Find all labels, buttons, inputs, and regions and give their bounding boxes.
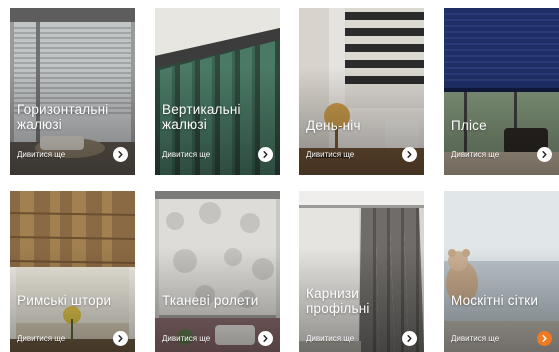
see-more-label: Дивитися ще [162,333,211,343]
category-card-curtain-rails[interactable]: Карнизи профільні Дивитися ще [299,191,424,352]
card-title: Горизонтальні жалюзі [17,102,109,132]
see-more-link[interactable]: Дивитися ще [17,146,131,162]
card-title: Римські штори [17,293,112,308]
card-overlay [299,191,424,352]
see-more-link[interactable]: Дивитися ще [306,330,420,346]
see-more-link[interactable]: Дивитися ще [162,330,276,346]
chevron-right-icon[interactable] [113,330,128,346]
see-more-label: Дивитися ще [306,333,355,343]
category-card-vertical-blinds[interactable]: Вертикальні жалюзі Дивитися ще [155,8,280,175]
category-card-mosquito-nets[interactable]: Москітні сітки Дивитися ще [444,191,559,352]
category-card-fabric-roller[interactable]: Тканеві ролети Дивитися ще [155,191,280,352]
category-card-pleated[interactable]: Плісе Дивитися ще [444,8,559,175]
see-more-link[interactable]: Дивитися ще [17,330,131,346]
category-card-roman-shades[interactable]: Римські штори Дивитися ще [10,191,135,352]
see-more-label: Дивитися ще [17,333,66,343]
card-overlay [155,191,280,352]
see-more-label: Дивитися ще [451,333,500,343]
card-title: Плісе [451,118,487,133]
chevron-right-icon[interactable] [113,146,128,162]
card-title: Тканеві ролети [162,293,259,308]
category-card-horizontal-blinds[interactable]: Горизонтальні жалюзі Дивитися ще [10,8,135,175]
chevron-right-icon[interactable] [258,146,273,162]
chevron-right-icon[interactable] [537,330,552,346]
chevron-right-icon[interactable] [402,330,417,346]
see-more-link[interactable]: Дивитися ще [451,146,555,162]
see-more-label: Дивитися ще [451,149,500,159]
see-more-label: Дивитися ще [17,149,66,159]
card-overlay [444,191,559,352]
card-overlay [10,191,135,352]
card-title: Вертикальні жалюзі [162,102,241,132]
product-category-grid: Горизонтальні жалюзі Дивитися ще Вертика… [0,0,559,352]
chevron-right-icon[interactable] [537,146,552,162]
category-card-day-night[interactable]: День-ніч Дивитися ще [299,8,424,175]
card-title: День-ніч [306,118,361,133]
see-more-link[interactable]: Дивитися ще [162,146,276,162]
see-more-link[interactable]: Дивитися ще [451,330,555,346]
see-more-link[interactable]: Дивитися ще [306,146,420,162]
chevron-right-icon[interactable] [402,146,417,162]
chevron-right-icon[interactable] [258,330,273,346]
card-title: Москітні сітки [451,293,539,308]
card-title: Карнизи профільні [306,286,370,316]
see-more-label: Дивитися ще [162,149,211,159]
see-more-label: Дивитися ще [306,149,355,159]
